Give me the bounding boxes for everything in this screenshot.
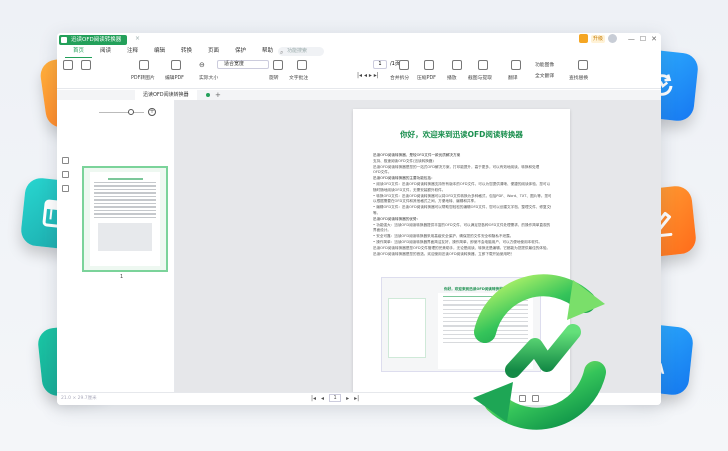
text-annotation-button[interactable]: 文字批注 — [289, 74, 308, 81]
last-page-icon[interactable]: ▸| — [354, 395, 359, 402]
app-title: 迅读OFD阅读转换器 — [71, 37, 122, 43]
window-controls: — ☐ ✕ — [628, 34, 657, 44]
user-area: 升级 — [578, 34, 617, 43]
prev-page-icon[interactable]: ◂ — [321, 395, 324, 402]
text-line: • 编辑OFD文件：迅读OFD阅读转换器可以帮助您轻松的编辑OFD文件，您可以创… — [373, 205, 551, 210]
function-search-input[interactable]: ⌕ 功能搜索 — [278, 47, 324, 56]
translate-tool-icon[interactable] — [511, 60, 521, 70]
page-title: 你好，欢迎来到迅读OFD阅读转换器 — [400, 130, 523, 139]
pdf-convert-button[interactable]: PDF转图片 — [131, 74, 155, 81]
menu-convert[interactable]: 转换 — [173, 46, 200, 57]
add-tab-button[interactable]: + — [215, 90, 221, 100]
text-line: 迅读OFD阅读转换器是您OFD文件管理的完美助手，无论是阅读、转换还是编辑，它都… — [373, 245, 551, 250]
unsaved-dot-icon — [206, 93, 210, 97]
document-tab[interactable]: 迅读OFD阅读转换器 — [135, 90, 197, 100]
text-line: • 功能强大：迅读OFD阅读转换器提供丰富的OFD文件，可以满足您各种OFD文件… — [373, 222, 551, 227]
find-replace-icon[interactable] — [578, 60, 588, 70]
page-nav-icons[interactable]: |◂ ◂ ▸ ▸| — [357, 72, 379, 79]
next-page-icon[interactable]: ▸ — [346, 395, 349, 402]
status-page-input[interactable]: 1 — [329, 394, 342, 402]
screenshot-button[interactable]: 截图与提取 — [468, 74, 492, 81]
play-button[interactable]: 播放 — [447, 74, 457, 81]
translate-button[interactable]: 翻译 — [508, 74, 518, 81]
merge-split-button[interactable]: 合并拆分 — [390, 74, 409, 81]
save-icon[interactable] — [81, 60, 91, 70]
slider-knob[interactable] — [128, 109, 134, 115]
page-body: 迅读OFD阅读转换器，是较OFD文件一款优质解决方案 支持、极速阅读OFD文件(… — [373, 153, 551, 257]
close-button[interactable]: ✕ — [651, 34, 657, 44]
minimize-button[interactable]: — — [628, 34, 635, 44]
menu-annotate[interactable]: 注释 — [119, 46, 146, 57]
menu-edit[interactable]: 编辑 — [146, 46, 173, 57]
menu-read[interactable]: 阅读 — [92, 46, 119, 57]
full-translate-button[interactable]: 全文翻译 — [535, 72, 554, 79]
menu-help[interactable]: 帮助 — [254, 46, 281, 57]
page-thumbnail[interactable] — [82, 166, 168, 272]
merge-icon[interactable] — [399, 60, 409, 70]
close-tab-icon[interactable]: × — [135, 35, 140, 42]
ribbon-toolbar: PDF转图片 编辑PDF ⊖ 适合宽度 实际大小 旋转 文字批注 1 /1页 |… — [57, 57, 661, 89]
thumbnail-page-number: 1 — [120, 274, 124, 280]
zoom-out-icon[interactable]: ⊖ — [199, 61, 205, 69]
vip-label[interactable]: 升级 — [590, 34, 605, 43]
text-line: 迅读OFD阅读转换器是您的首选。欢迎使用迅读OFD阅读转换器，立即下载开始使用吧… — [373, 251, 515, 256]
image-icon[interactable] — [62, 185, 69, 192]
title-bar: 迅读OFD阅读转换器 × 升级 — ☐ ✕ — [57, 33, 661, 46]
page-number-input[interactable]: 1 — [373, 60, 387, 69]
menu-page[interactable]: 页面 — [200, 46, 227, 57]
text-line: 迅读OFD阅读转换器是您的一站式OFD解决方案，打印能提升，高于更多，可以有效地… — [373, 164, 540, 169]
app-logo-3d-icon — [473, 274, 606, 430]
document-tab-strip: 迅读OFD阅读转换器 + — [57, 90, 661, 100]
search-icon: ⌕ — [280, 49, 284, 56]
page-size-label: 21.0 × 29.7厘米 — [61, 396, 97, 401]
compress-icon[interactable] — [424, 60, 434, 70]
thumbnail-panel: + 1 — [57, 100, 175, 392]
pdf-convert-icon[interactable] — [139, 60, 149, 70]
text-line: • 阅读OFD文件：迅读OFD阅读转换器支持所有版本的OFD文件，可以为您提供清… — [373, 181, 551, 186]
thumbnail-page — [90, 172, 160, 266]
screenshot-sidebar — [388, 298, 426, 358]
compress-button[interactable]: 压缩PDF — [417, 74, 436, 81]
avatar[interactable] — [608, 34, 617, 43]
menu-protect[interactable]: 保护 — [227, 46, 254, 57]
search-placeholder: 功能搜索 — [287, 48, 308, 54]
rotate-button[interactable]: 旋转 — [269, 74, 279, 81]
status-page-nav: |◂ ◂ 1 ▸ ▸| — [311, 394, 359, 402]
extract-image-button[interactable]: 功能图像 — [535, 61, 554, 68]
text-annotation-icon[interactable] — [297, 60, 307, 70]
menu-bar: 首页 阅读 注释 编辑 转换 页面 保护 帮助 — [57, 46, 661, 58]
vip-icon[interactable] — [578, 34, 588, 43]
first-page-icon[interactable]: |◂ — [311, 395, 316, 402]
play-icon[interactable] — [452, 60, 462, 70]
maximize-button[interactable]: ☐ — [640, 34, 646, 44]
app-logo-icon — [61, 37, 67, 43]
screenshot-icon[interactable] — [478, 60, 488, 70]
app-title-tab[interactable]: 迅读OFD阅读转换器 — [59, 35, 128, 45]
zoom-in-icon[interactable]: + — [148, 108, 156, 116]
highlight-icon[interactable] — [273, 60, 283, 70]
open-file-icon[interactable] — [63, 60, 73, 70]
pdf-edit-icon[interactable] — [171, 60, 181, 70]
text-line: • 操作简单：迅读OFD阅读转换器界面简洁友好，操作简单，即使不会电脑用户，可以… — [373, 239, 543, 244]
comment-icon[interactable] — [62, 157, 69, 164]
attachment-icon[interactable] — [62, 171, 69, 178]
side-tool-icons — [62, 157, 69, 192]
pdf-edit-button[interactable]: 编辑PDF — [165, 74, 184, 81]
thumbnail-size-slider[interactable] — [99, 112, 144, 113]
zoom-select[interactable]: 适合宽度 — [217, 60, 269, 69]
find-replace-button[interactable]: 查找替换 — [569, 74, 588, 81]
actual-size-button[interactable]: 实际大小 — [199, 74, 218, 81]
menu-home[interactable]: 首页 — [65, 46, 92, 58]
